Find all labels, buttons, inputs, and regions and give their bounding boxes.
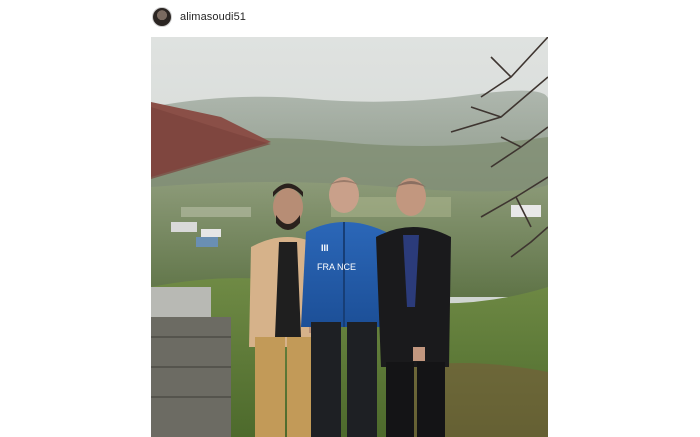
jacket-number: III	[321, 243, 329, 253]
house	[201, 229, 221, 237]
post-photo[interactable]: III FRA NCE	[151, 37, 548, 437]
wall-top	[151, 287, 211, 317]
house	[511, 205, 541, 217]
username-link[interactable]: alimasoudi51	[180, 11, 246, 23]
photo-illustration: III FRA NCE	[151, 37, 548, 437]
avatar[interactable]	[152, 7, 172, 27]
stone-wall	[151, 317, 231, 437]
house	[196, 237, 218, 247]
post-header: alimasoudi51	[152, 5, 246, 29]
jacket-text: FRA NCE	[317, 262, 356, 272]
field-patch	[181, 207, 251, 217]
house	[171, 222, 197, 232]
